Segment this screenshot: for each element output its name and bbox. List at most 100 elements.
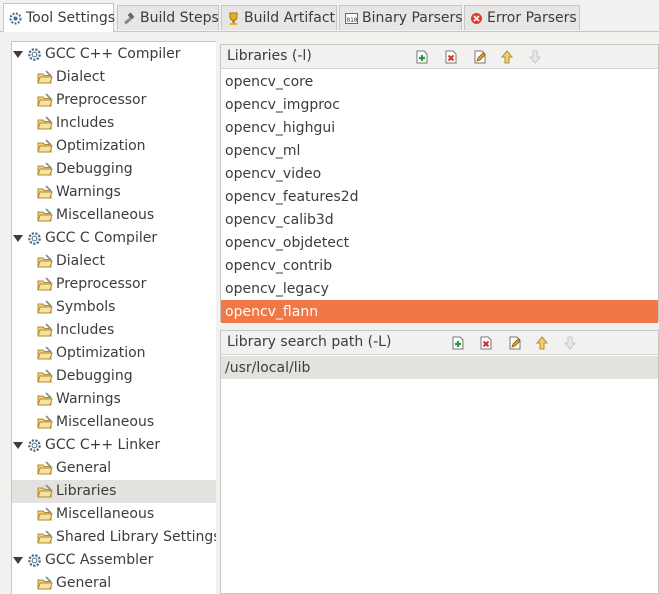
list-item[interactable]: opencv_legacy <box>221 277 658 300</box>
tree-item-label: General <box>56 575 112 591</box>
folder-icon <box>37 93 53 108</box>
expand-triangle-icon[interactable] <box>13 50 22 59</box>
tab-binary-parsers[interactable]: 010 Binary Parsers <box>339 5 463 30</box>
tree-item[interactable]: Optimization <box>12 135 216 158</box>
edit-icon[interactable] <box>507 335 523 351</box>
tree-item-label: Dialect <box>56 253 105 269</box>
list-item[interactable]: /usr/local/lib <box>221 356 658 379</box>
folder-icon <box>37 277 53 292</box>
tree-item[interactable]: General <box>12 572 216 594</box>
tree-item[interactable]: GCC Assembler <box>12 549 216 572</box>
gear-icon <box>27 231 42 246</box>
delete-icon[interactable] <box>443 49 459 65</box>
tree-item[interactable]: GCC C++ Linker <box>12 434 216 457</box>
tab-bar: Tool Settings Build Steps Build Artifact… <box>0 0 659 33</box>
expand-triangle-icon[interactable] <box>13 441 22 450</box>
tree-item-label: Shared Library Settings <box>56 529 216 545</box>
list-item[interactable]: opencv_ml <box>221 139 658 162</box>
list-item[interactable]: opencv_imgproc <box>221 93 658 116</box>
folder-icon <box>37 369 53 384</box>
list-item[interactable]: opencv_calib3d <box>221 208 658 231</box>
tree-item[interactable]: Preprocessor <box>12 273 216 296</box>
tree-item[interactable]: Shared Library Settings <box>12 526 216 549</box>
move-up-icon[interactable] <box>499 49 515 65</box>
tab-tool-settings[interactable]: Tool Settings <box>3 3 116 32</box>
tree-item-label: GCC Assembler <box>45 552 154 568</box>
tree-item[interactable]: Dialect <box>12 66 216 89</box>
move-down-icon[interactable] <box>562 335 578 351</box>
folder-icon <box>37 208 53 223</box>
tab-label: Build Artifact <box>244 10 335 26</box>
move-up-icon[interactable] <box>534 335 550 351</box>
list-item[interactable]: opencv_video <box>221 162 658 185</box>
folder-icon <box>37 116 53 131</box>
tree-item-label: Debugging <box>56 368 133 384</box>
tree-item-label: Miscellaneous <box>56 207 155 223</box>
add-icon[interactable] <box>450 335 466 351</box>
tree-item[interactable]: Includes <box>12 112 216 135</box>
tree-item-label: GCC C Compiler <box>45 230 158 246</box>
libraries-header: Libraries (-l) <box>221 45 658 69</box>
folder-icon <box>37 530 53 545</box>
library-paths-panel: Library search path (-L) /usr/local/lib <box>220 330 659 594</box>
edit-icon[interactable] <box>472 49 488 65</box>
tree-item[interactable]: Miscellaneous <box>12 503 216 526</box>
expand-triangle-icon[interactable] <box>13 234 22 243</box>
tree-item[interactable]: GCC C++ Compiler <box>12 43 216 66</box>
tree-item[interactable]: Warnings <box>12 388 216 411</box>
tree-item[interactable]: Includes <box>12 319 216 342</box>
tree-item[interactable]: Miscellaneous <box>12 411 216 434</box>
gear-icon <box>27 438 42 453</box>
delete-icon[interactable] <box>478 335 494 351</box>
folder-icon <box>37 346 53 361</box>
tree-item[interactable]: Optimization <box>12 342 216 365</box>
expand-triangle-icon[interactable] <box>13 556 22 565</box>
move-down-icon[interactable] <box>527 49 543 65</box>
libraries-title: Libraries (-l) <box>227 48 312 64</box>
tree-item[interactable]: Debugging <box>12 365 216 388</box>
folder-icon <box>37 300 53 315</box>
tree-item-label: Includes <box>56 322 115 338</box>
tree-item-label: Optimization <box>56 345 146 361</box>
folder-icon <box>37 576 53 591</box>
tree-item-label: Preprocessor <box>56 276 147 292</box>
list-item[interactable]: opencv_objdetect <box>221 231 658 254</box>
tree-item[interactable]: Miscellaneous <box>12 204 216 227</box>
tree-item-label: GCC C++ Compiler <box>45 46 181 62</box>
list-item[interactable]: opencv_features2d <box>221 185 658 208</box>
tab-error-parsers[interactable]: Error Parsers <box>464 5 580 30</box>
folder-icon <box>37 139 53 154</box>
tool-settings-icon <box>8 11 23 26</box>
list-item[interactable]: opencv_contrib <box>221 254 658 277</box>
tree-item-label: Dialect <box>56 69 105 85</box>
folder-icon <box>37 415 53 430</box>
tab-label: Error Parsers <box>487 10 577 26</box>
tree-item-label: Warnings <box>56 391 121 407</box>
tree-item-label: Preprocessor <box>56 92 147 108</box>
svg-text:010: 010 <box>347 17 358 24</box>
error-parsers-icon <box>469 11 484 26</box>
tree-item[interactable]: Dialect <box>12 250 216 273</box>
add-icon[interactable] <box>414 49 430 65</box>
build-steps-icon <box>122 11 137 26</box>
tab-build-artifact[interactable]: Build Artifact <box>221 5 337 30</box>
tree-item-label: Optimization <box>56 138 146 154</box>
tree-item[interactable]: Symbols <box>12 296 216 319</box>
tree-item[interactable]: General <box>12 457 216 480</box>
gear-icon <box>27 553 42 568</box>
tree-item-label: Warnings <box>56 184 121 200</box>
tree-item[interactable]: Debugging <box>12 158 216 181</box>
list-item[interactable]: opencv_highgui <box>221 116 658 139</box>
settings-tree[interactable]: GCC C++ Compiler Dialect Preprocessor Inclu… <box>11 41 216 594</box>
tree-item[interactable]: Libraries <box>12 480 216 503</box>
folder-icon <box>37 484 53 499</box>
tree-item-label: General <box>56 460 112 476</box>
build-artifact-icon <box>226 11 241 26</box>
tab-label: Tool Settings <box>26 10 116 26</box>
tree-item[interactable]: GCC C Compiler <box>12 227 216 250</box>
tree-item[interactable]: Preprocessor <box>12 89 216 112</box>
list-item[interactable]: opencv_core <box>221 70 658 93</box>
tree-item[interactable]: Warnings <box>12 181 216 204</box>
list-item[interactable]: opencv_flann <box>221 300 658 323</box>
tab-build-steps[interactable]: Build Steps <box>117 5 219 30</box>
